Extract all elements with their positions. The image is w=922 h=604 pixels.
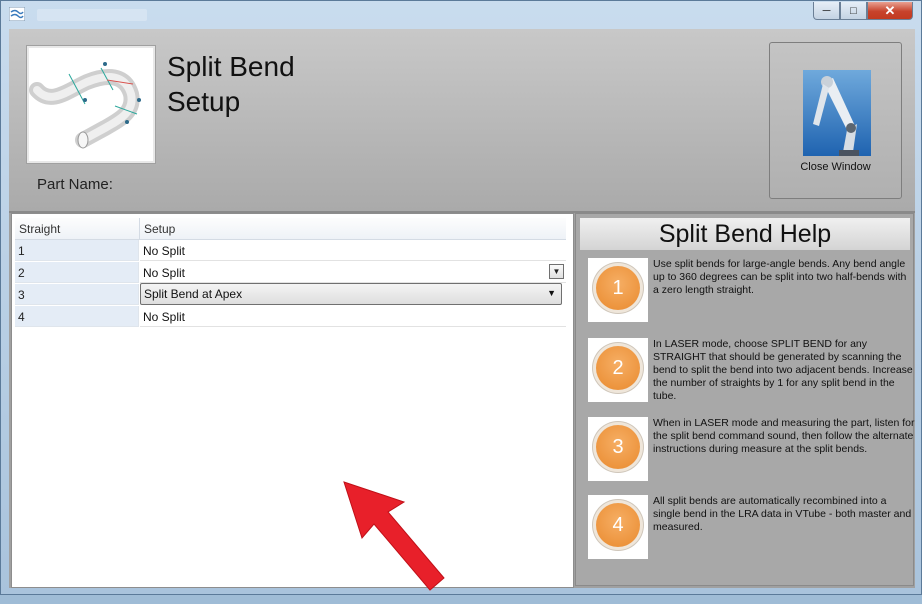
- header-panel: Split Bend Setup Part Name: Close Window: [9, 29, 915, 213]
- maximize-button[interactable]: □: [840, 2, 867, 20]
- title-bar[interactable]: ─ □ ✕: [1, 1, 921, 29]
- step-text: When in LASER mode and measuring the par…: [653, 417, 915, 455]
- help-title: Split Bend Help: [580, 218, 910, 250]
- step-number-badge: 3: [596, 425, 640, 469]
- table-row[interactable]: 1 No Split: [15, 240, 566, 262]
- page-title-line1: Split Bend: [167, 51, 295, 82]
- split-setup-grid: Straight Setup 1 No Split 2 No Split ▼ 3…: [11, 213, 574, 591]
- maximize-icon: □: [850, 4, 857, 17]
- title-text-placeholder: [37, 9, 147, 21]
- grid-header-row: Straight Setup: [15, 218, 566, 240]
- page-title: Split Bend Setup: [167, 49, 295, 119]
- step-number-badge: 4: [596, 503, 640, 547]
- straight-cell[interactable]: 2: [15, 262, 139, 283]
- red-arrow-annotation-icon: [343, 481, 445, 591]
- table-row[interactable]: 3 Split Bend at Apex ▼: [15, 283, 566, 306]
- step-badge-frame: 2: [588, 338, 648, 402]
- chevron-down-icon: ▼: [552, 267, 561, 276]
- help-panel: Split Bend Help 1 Use split bends for la…: [575, 213, 914, 586]
- step-text: Use split bends for large-angle bends. A…: [653, 258, 907, 296]
- setup-cell[interactable]: No Split: [140, 240, 566, 261]
- setup-cell[interactable]: No Split: [140, 306, 566, 327]
- step-badge-frame: 1: [588, 258, 648, 322]
- close-window-label: Close Window: [800, 161, 871, 173]
- table-row[interactable]: 2 No Split ▼: [15, 262, 566, 284]
- column-divider[interactable]: [139, 218, 140, 239]
- part-name-label: Part Name:: [37, 176, 113, 193]
- straight-cell[interactable]: 1: [15, 240, 139, 261]
- column-header-straight[interactable]: Straight: [19, 222, 60, 236]
- client-area: Split Bend Setup Part Name: Close Window: [9, 29, 915, 591]
- step-number-badge: 2: [596, 346, 640, 390]
- close-window-button[interactable]: Close Window: [769, 42, 902, 199]
- setup-combobox-value: Split Bend at Apex: [144, 287, 243, 301]
- minimize-icon: ─: [822, 4, 831, 17]
- step-text: In LASER mode, choose SPLIT BEND for any…: [653, 338, 913, 402]
- app-icon: [9, 7, 25, 21]
- table-row[interactable]: 4 No Split: [15, 306, 566, 328]
- page-title-line2: Setup: [167, 86, 241, 117]
- chevron-down-icon: ▼: [547, 288, 556, 298]
- setup-combobox[interactable]: Split Bend at Apex ▼: [140, 283, 562, 305]
- straight-cell[interactable]: 4: [15, 306, 139, 327]
- measuring-arm-icon: [803, 70, 871, 156]
- straight-cell[interactable]: 3: [15, 284, 139, 305]
- dropdown-button[interactable]: ▼: [549, 264, 564, 279]
- column-header-setup[interactable]: Setup: [144, 222, 175, 236]
- close-window-x-button[interactable]: ✕: [867, 2, 913, 20]
- bent-tube-icon: [29, 62, 141, 149]
- application-window: ─ □ ✕ Split Bend Setup Part Name: Close …: [0, 0, 922, 595]
- setup-cell-value: No Split: [143, 266, 186, 280]
- close-icon: ✕: [884, 2, 896, 18]
- part-thumbnail: [27, 46, 155, 163]
- step-number-badge: 1: [596, 266, 640, 310]
- setup-cell[interactable]: No Split ▼: [140, 262, 566, 283]
- minimize-button[interactable]: ─: [813, 2, 840, 20]
- step-text: All split bends are automatically recomb…: [653, 495, 912, 533]
- step-badge-frame: 3: [588, 417, 648, 481]
- step-badge-frame: 4: [588, 495, 648, 559]
